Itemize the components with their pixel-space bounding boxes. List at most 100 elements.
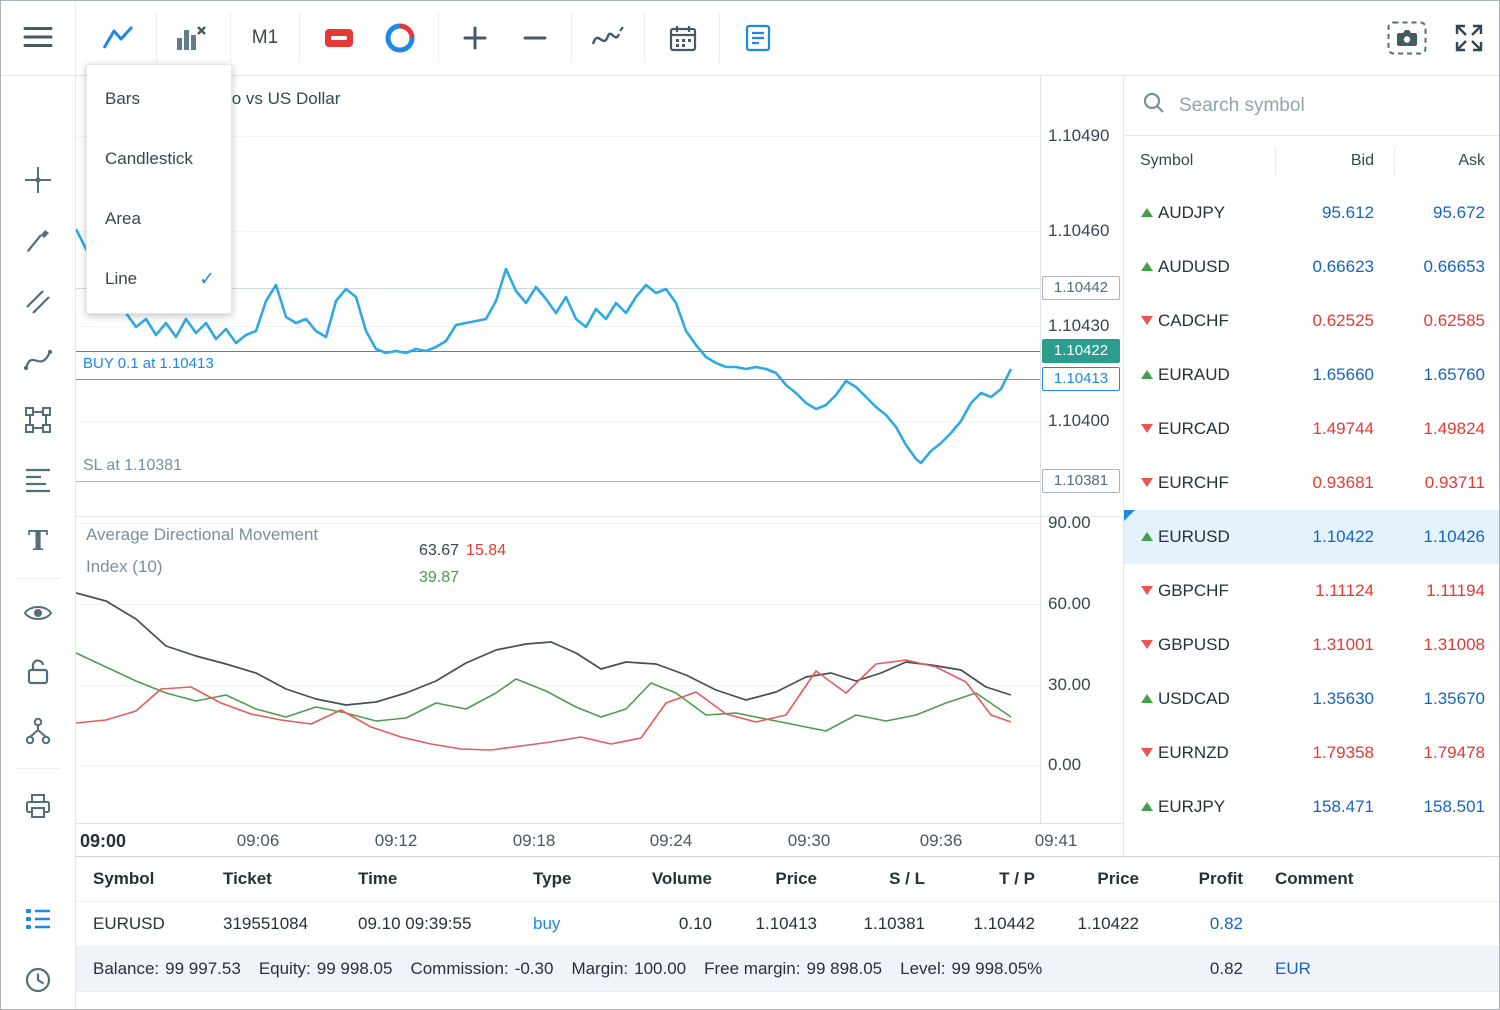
price-axis[interactable]: 1.10490 1.10460 1.10430 1.10400 1.10442 … bbox=[1042, 76, 1123, 823]
print-button[interactable] bbox=[16, 787, 60, 827]
depth-of-market-button[interactable] bbox=[376, 10, 424, 66]
position-row-eurusd[interactable]: EURUSD 319551084 09.10 09:39:55 buy 0.10… bbox=[76, 902, 1500, 947]
ask-value: 0.62585 bbox=[1394, 311, 1500, 331]
menu-item-line[interactable]: Line ✓ bbox=[87, 249, 231, 309]
watchlist-row-audusd[interactable]: AUDUSD 0.66623 0.66653 bbox=[1124, 240, 1500, 294]
indicator-tick: 90.00 bbox=[1048, 513, 1091, 533]
column-symbol[interactable]: Symbol bbox=[1124, 152, 1275, 170]
bid-value: 1.11124 bbox=[1275, 581, 1394, 601]
watchlist-row-audjpy[interactable]: AUDJPY 95.612 95.672 bbox=[1124, 186, 1500, 240]
watchlist-row-eurnzd[interactable]: EURNZD 1.79358 1.79478 bbox=[1124, 726, 1500, 780]
plus-di-line bbox=[76, 653, 1011, 731]
fullscreen-button[interactable] bbox=[1445, 10, 1493, 66]
watchlist-row-usdcad[interactable]: USDCAD 1.35630 1.35670 bbox=[1124, 672, 1500, 726]
toolbar-separator bbox=[571, 13, 572, 63]
toolbar-separator bbox=[719, 13, 720, 63]
toolbar-separator bbox=[438, 13, 439, 63]
screenshot-button[interactable] bbox=[1381, 10, 1433, 66]
up-arrow-icon bbox=[1141, 694, 1153, 703]
price-tick: 1.10490 bbox=[1048, 126, 1109, 146]
channel-tool-button[interactable] bbox=[16, 283, 60, 323]
bid-value: 1.10422 bbox=[1275, 527, 1394, 547]
symbol-search bbox=[1124, 76, 1500, 136]
shapes-tool-button[interactable] bbox=[16, 401, 60, 441]
bid-value: 95.612 bbox=[1275, 203, 1394, 223]
history-button[interactable] bbox=[16, 961, 60, 1001]
trade-panel-toggle[interactable] bbox=[16, 900, 60, 940]
chart-type-button[interactable] bbox=[94, 10, 142, 66]
position-symbol: EURUSD bbox=[76, 914, 206, 934]
fibonacci-tool-button[interactable] bbox=[16, 461, 60, 501]
calendar-button[interactable] bbox=[659, 10, 707, 66]
left-sidebar: T bbox=[1, 76, 76, 1010]
menu-item-area[interactable]: Area bbox=[87, 189, 231, 249]
hamburger-icon bbox=[23, 25, 53, 52]
search-symbol-input[interactable] bbox=[1179, 95, 1485, 117]
watchlist-row-eurcad[interactable]: EURCAD 1.49744 1.49824 bbox=[1124, 402, 1500, 456]
remove-indicator-button[interactable] bbox=[167, 10, 215, 66]
printer-icon bbox=[23, 791, 53, 824]
indicator-values: 63.67 15.84 bbox=[419, 542, 506, 560]
one-click-trading-icon bbox=[324, 25, 356, 51]
news-button[interactable] bbox=[734, 10, 782, 66]
pane-separator[interactable] bbox=[76, 516, 1123, 517]
indicator-title-line2: Index (10) bbox=[86, 557, 163, 577]
crosshair-icon bbox=[23, 165, 53, 198]
position-type: buy bbox=[516, 914, 641, 934]
lock-button[interactable] bbox=[16, 653, 60, 693]
time-tick: 09:41 bbox=[1035, 830, 1078, 852]
watchlist-row-gbpusd[interactable]: GBPUSD 1.31001 1.31008 bbox=[1124, 618, 1500, 672]
news-document-icon bbox=[744, 23, 772, 53]
indicators-button[interactable] bbox=[584, 10, 632, 66]
minus-icon bbox=[521, 24, 549, 52]
indicator-tick: 0.00 bbox=[1048, 755, 1081, 775]
up-arrow-icon bbox=[1141, 262, 1153, 271]
adx-value: 63.67 bbox=[419, 542, 459, 560]
ask-value: 1.35670 bbox=[1394, 689, 1500, 709]
objects-list-button[interactable] bbox=[16, 712, 60, 752]
time-axis[interactable]: 09:00 09:06 09:12 09:18 09:24 09:30 09:3… bbox=[76, 823, 1123, 856]
column-price-open: Price bbox=[716, 869, 821, 889]
zoom-out-button[interactable] bbox=[511, 10, 559, 66]
menu-item-bars[interactable]: Bars bbox=[87, 69, 231, 129]
visibility-button[interactable] bbox=[16, 594, 60, 634]
timeframe-button[interactable]: M1 bbox=[241, 10, 289, 66]
balance-item: Balance: 99 997.53 bbox=[93, 959, 241, 979]
column-bid[interactable]: Bid bbox=[1275, 152, 1394, 170]
watchlist-row-eurjpy[interactable]: EURJPY 158.471 158.501 bbox=[1124, 780, 1500, 834]
indicator-values-line2: 39.87 bbox=[419, 569, 459, 587]
equity-label: Equity: bbox=[259, 959, 311, 979]
watchlist-row-cadchf[interactable]: CADCHF 0.62525 0.62585 bbox=[1124, 294, 1500, 348]
bid-value: 0.66623 bbox=[1275, 257, 1394, 277]
position-open-price: 1.10413 bbox=[716, 914, 821, 934]
menu-item-candlestick[interactable]: Candlestick bbox=[87, 129, 231, 189]
watchlist-row-eurchf[interactable]: EURCHF 0.93681 0.93711 bbox=[1124, 456, 1500, 510]
fullscreen-icon bbox=[1454, 23, 1484, 53]
minus-di-line bbox=[76, 660, 1011, 750]
minus-di-value: 15.84 bbox=[466, 542, 506, 560]
column-ask[interactable]: Ask bbox=[1394, 152, 1500, 170]
text-tool-button[interactable]: T bbox=[16, 521, 60, 561]
watchlist-row-eurusd[interactable]: EURUSD 1.10422 1.10426 bbox=[1124, 510, 1500, 564]
curve-tool-button[interactable] bbox=[16, 342, 60, 382]
position-current-price: 1.10422 bbox=[1039, 914, 1143, 934]
watchlist-row-gbpchf[interactable]: GBPCHF 1.11124 1.11194 bbox=[1124, 564, 1500, 618]
column-ticket: Ticket bbox=[206, 869, 341, 889]
market-watch-panel: Symbol Bid Ask AUDJPY 95.612 95.672 AUDU… bbox=[1123, 76, 1500, 856]
main-menu-button[interactable] bbox=[1, 1, 76, 75]
crosshair-tool-button[interactable] bbox=[16, 161, 60, 201]
zoom-in-button[interactable] bbox=[451, 10, 499, 66]
up-arrow-icon bbox=[1141, 208, 1153, 217]
position-profit: 0.82 bbox=[1143, 914, 1247, 934]
drawing-tool-button[interactable] bbox=[16, 222, 60, 262]
positions-header: Symbol Ticket Time Type Volume Price S /… bbox=[76, 857, 1500, 902]
watchlist-row-euraud[interactable]: EURAUD 1.65660 1.65760 bbox=[1124, 348, 1500, 402]
ask-value: 1.31008 bbox=[1394, 635, 1500, 655]
trade-panel: Symbol Ticket Time Type Volume Price S /… bbox=[76, 856, 1500, 1010]
menu-item-label: Area bbox=[105, 209, 141, 229]
shapes-icon bbox=[23, 405, 53, 438]
calendar-icon bbox=[668, 23, 698, 53]
plus-di-value: 39.87 bbox=[419, 569, 459, 586]
ask-value: 1.79478 bbox=[1394, 743, 1500, 763]
one-click-trading-button[interactable] bbox=[316, 10, 364, 66]
